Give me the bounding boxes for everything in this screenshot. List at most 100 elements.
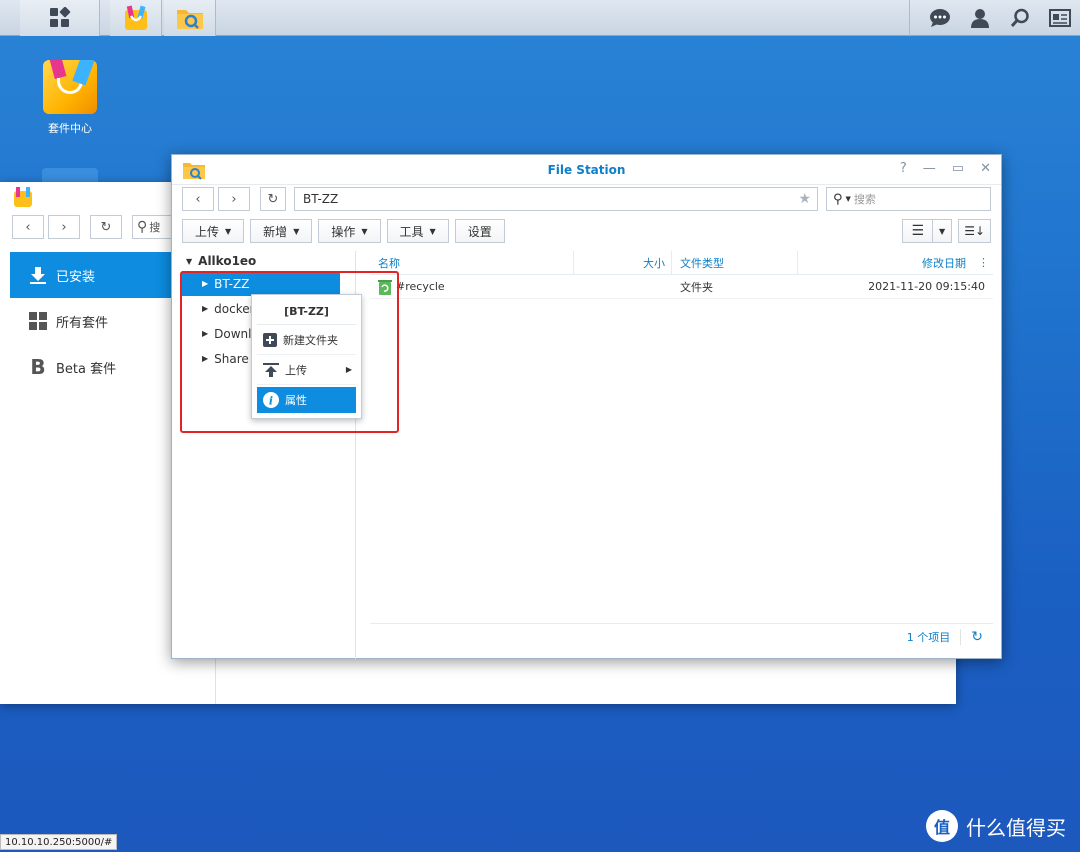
action-button[interactable]: 操作 ▼ [318,219,381,243]
chevron-right-icon: › [231,191,237,207]
refresh-button[interactable]: ↻ [260,187,286,211]
refresh-icon: ↻ [100,219,112,235]
action-label: 操作 [331,224,356,239]
window-title: File Station [547,162,626,177]
watermark-text: 什么值得买 [966,815,1066,840]
list-view-icon: ☰ [911,223,925,239]
star-icon[interactable]: ★ [798,191,811,207]
desktop-icon-package-center[interactable]: 套件中心 [35,60,105,136]
create-button[interactable]: 新增 ▼ [250,219,313,243]
close-icon[interactable]: ✕ [980,161,991,176]
caret-down-icon: ▼ [939,226,946,236]
caret-down-icon: ▼ [186,256,193,266]
widgets-button[interactable] [1040,0,1080,36]
search-icon: ⚲ [137,219,148,235]
minimize-icon[interactable]: — [923,161,936,176]
column-menu-icon[interactable]: ⋮ [978,256,989,269]
file-station-titlebar[interactable]: File Station ? — ▭ ✕ [172,155,1001,185]
taskbar-separator [909,0,910,36]
column-type[interactable]: 文件类型 [672,251,798,274]
refresh-icon[interactable]: ↻ [971,629,983,645]
search-placeholder: 搜 [149,221,161,234]
file-modified-cell: 2021-11-20 09:15:40 [868,280,985,293]
dropdown-caret-icon: ▼ [845,195,851,203]
tools-button[interactable]: 工具 ▼ [386,219,449,243]
widgets-icon [1049,9,1071,27]
upload-button[interactable]: 上传 ▼ [182,219,245,243]
back-button[interactable]: ‹ [12,215,44,239]
watermark: 值 什么值得买 [926,810,1066,842]
main-menu-button[interactable] [20,0,100,36]
package-center-icon [43,60,97,114]
chat-icon [930,9,950,27]
view-list-button[interactable]: ☰ [902,219,933,243]
column-modified-label: 修改日期 [922,256,966,270]
file-station-icon [176,10,203,29]
path-bar[interactable]: BT-ZZ ★ [294,187,818,211]
tree-root[interactable]: ▼ Allko1eo [172,251,355,271]
file-station-toolbar: 上传 ▼ 新增 ▼ 操作 ▼ 工具 ▼ 设置 ☰ ▼ ☰↓ [182,219,991,243]
taskbar-file-station[interactable] [164,0,216,36]
sidebar-item-label: 已安装 [56,269,96,285]
file-list-footer: 1 个项目 ↻ [370,623,993,649]
taskbar-package-center[interactable] [110,0,162,36]
caret-down-icon: ▼ [225,226,232,236]
caret-down-icon: ▼ [361,226,368,236]
taskbar [0,0,1080,36]
sort-button[interactable]: ☰↓ [958,219,991,243]
tree-root-label: Allko1eo [198,254,257,268]
forward-button[interactable]: › [218,187,250,211]
desktop-icon-label: 套件中心 [48,122,92,135]
package-center-icon [14,187,32,207]
back-button[interactable]: ‹ [182,187,214,211]
refresh-icon: ↻ [267,191,279,207]
settings-button[interactable]: 设置 [454,219,505,243]
footer-separator [960,628,962,645]
caret-down-icon: ▼ [293,226,300,236]
status-url: 10.10.10.250:5000/# [0,834,118,850]
file-type-cell: 文件夹 [680,280,713,294]
search-input[interactable]: ⚲ ▼ 搜索 [826,187,991,211]
column-size[interactable]: 大小 [574,251,672,274]
view-dropdown-button[interactable]: ▼ [932,219,953,243]
chevron-right-icon: › [61,219,67,235]
column-name[interactable]: 名称 [370,251,574,274]
table-row[interactable]: #recycle 文件夹 2021-11-20 09:15:40 [370,275,993,299]
search-input[interactable]: ⚲ 搜 [132,215,174,239]
caret-down-icon: ▼ [429,226,436,236]
upload-label: 上传 [195,224,220,239]
beta-icon: B [30,355,46,379]
download-icon [28,266,48,284]
search-button[interactable] [1000,0,1040,36]
user-icon [971,9,989,28]
file-name: #recycle [396,280,445,293]
refresh-button[interactable]: ↻ [90,215,122,239]
settings-label: 设置 [467,224,492,239]
file-list-header: 名称 大小 文件类型 修改日期 ⋮ [370,251,993,275]
search-placeholder: 搜索 [853,193,876,206]
chevron-left-icon: ‹ [25,219,31,235]
maximize-icon[interactable]: ▭ [952,161,964,176]
grid-icon [28,312,48,330]
file-size-cell [574,275,672,298]
search-icon: ⚲ [833,191,843,207]
create-label: 新增 [263,224,288,239]
user-button[interactable] [960,0,1000,36]
chevron-left-icon: ‹ [195,191,201,207]
highlight-box [180,271,399,433]
forward-button[interactable]: › [48,215,80,239]
file-name-cell: #recycle [370,275,574,298]
file-station-icon [182,160,206,183]
watermark-logo: 值 [926,810,958,842]
help-icon[interactable]: ? [900,161,907,176]
path-text: BT-ZZ [303,192,339,206]
main-menu-icon [49,7,70,27]
search-icon [1010,8,1029,28]
file-list: 名称 大小 文件类型 修改日期 ⋮ #recycle 文件夹 2021-11-20… [370,251,993,633]
sidebar-item-label: 所有套件 [56,315,109,331]
sidebar-item-label: Beta 套件 [56,361,117,377]
file-station-navbar: ‹ › ↻ BT-ZZ ★ ⚲ ▼ 搜索 [182,187,991,211]
chat-button[interactable] [920,0,960,36]
package-center-icon [124,5,147,30]
column-modified[interactable]: 修改日期 ⋮ [798,251,993,274]
